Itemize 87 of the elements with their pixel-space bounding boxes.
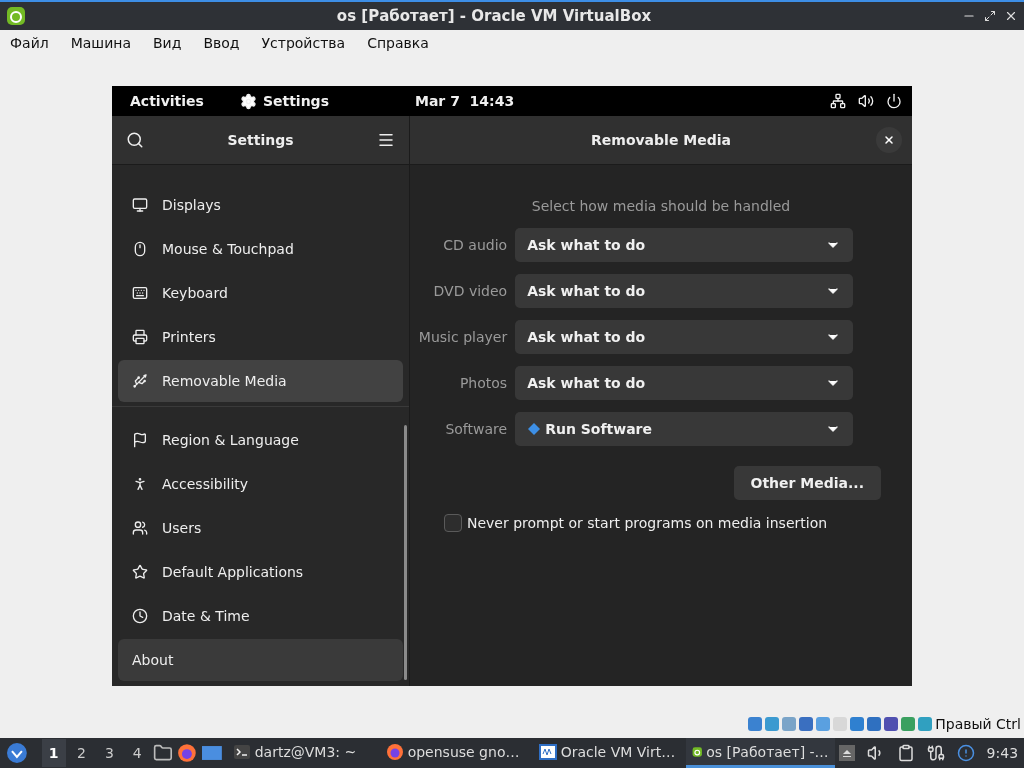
scrollbar[interactable] (404, 425, 407, 680)
window-icon[interactable] (200, 744, 223, 762)
clock[interactable]: Mar 7 14:43 (414, 93, 515, 109)
sidebar-item[interactable]: Default Applications (118, 551, 403, 593)
status-icon[interactable] (884, 717, 899, 731)
menu-item[interactable]: Устройства (261, 35, 346, 51)
volume-icon[interactable] (858, 93, 874, 109)
status-icon[interactable] (765, 717, 780, 731)
sidebar-item[interactable]: Removable Media (118, 360, 403, 402)
dropdown[interactable]: Ask what to do (515, 366, 854, 400)
person-icon (132, 476, 148, 492)
close-icon[interactable] (1004, 9, 1018, 23)
alert-icon[interactable] (956, 744, 975, 762)
status-icon[interactable] (799, 717, 814, 731)
task-button[interactable]: opensuse gno… (379, 738, 529, 768)
row-label: Software (444, 421, 508, 437)
sidebar-item[interactable]: Displays (118, 184, 403, 226)
sidebar-item[interactable]: Printers (118, 316, 403, 358)
app-icon (6, 6, 26, 26)
status-icon[interactable] (918, 717, 933, 731)
hint-text: Select how media should be handled (531, 198, 791, 214)
sidebar-item[interactable]: About (118, 639, 403, 681)
close-icon (883, 134, 895, 146)
browser-icon (385, 742, 404, 761)
menu-item[interactable]: Справка (367, 35, 429, 51)
workspace-button[interactable]: 1 (41, 739, 66, 767)
row-label: CD audio (442, 237, 508, 253)
eject-icon[interactable] (838, 745, 855, 761)
task-button[interactable]: Oracle VM Virt… (532, 738, 682, 768)
folder-icon[interactable] (153, 743, 173, 763)
clock-icon (132, 608, 148, 624)
sidebar-item[interactable]: Date & Time (118, 595, 403, 637)
monitor-icon (538, 742, 557, 761)
activities-button[interactable]: Activities (130, 93, 204, 109)
clipboard-icon[interactable] (896, 744, 915, 762)
workspace-button[interactable]: 2 (69, 739, 94, 767)
menu-item[interactable]: Вид (153, 35, 182, 51)
menu-item[interactable]: Машина (70, 35, 131, 51)
workspace-button[interactable]: 4 (125, 739, 150, 767)
settings-icon (239, 92, 257, 110)
other-media-button[interactable]: Other Media... (733, 466, 881, 500)
clock: 9:43 (986, 745, 1019, 761)
status-icon[interactable] (748, 717, 763, 731)
start-menu-icon[interactable] (6, 742, 28, 764)
printer-icon (132, 329, 148, 345)
maximize-icon[interactable] (984, 10, 996, 22)
dropdown[interactable]: Ask what to do (515, 274, 854, 308)
host-key-label: Правый Ctrl (935, 716, 1021, 732)
menu-icon[interactable] (377, 131, 395, 149)
sidebar-item[interactable]: Mouse & Touchpad (118, 228, 403, 270)
monitor-icon (132, 197, 148, 213)
row-label: Photos (458, 375, 508, 391)
menu-item[interactable]: Файл (10, 35, 49, 51)
close-button[interactable] (876, 127, 902, 153)
row-label: DVD video (432, 283, 508, 299)
status-icon[interactable] (901, 717, 916, 731)
panel-title: Removable Media (591, 132, 731, 148)
dropdown[interactable]: Run Software (515, 412, 854, 446)
star-icon (132, 564, 148, 580)
flag-icon (132, 432, 148, 448)
sidebar-item[interactable]: Accessibility (118, 463, 403, 505)
diamond-icon (527, 422, 542, 436)
menu-item[interactable]: Ввод (203, 35, 240, 51)
checkbox[interactable] (444, 514, 462, 532)
dropdown[interactable]: Ask what to do (515, 320, 854, 354)
sidebar-item[interactable]: Keyboard (118, 272, 403, 314)
task-button[interactable]: os [Работает] -… (685, 738, 835, 768)
sidebar-item[interactable]: Region & Language (118, 419, 403, 461)
browser-icon[interactable] (176, 743, 197, 763)
dropdown[interactable]: Ask what to do (515, 228, 854, 262)
row-label: Music player (418, 329, 508, 345)
task-button[interactable]: dartz@VM3: ~ (226, 738, 376, 768)
sidebar-item[interactable]: Users (118, 507, 403, 549)
mouse-icon (132, 241, 148, 257)
status-icon[interactable] (867, 717, 882, 731)
search-icon[interactable] (126, 131, 144, 149)
terminal-icon (232, 742, 251, 761)
status-icon[interactable] (850, 717, 865, 731)
workspace-button[interactable]: 3 (97, 739, 122, 767)
usb-icon (132, 373, 148, 389)
app-menu[interactable]: Settings (262, 93, 329, 109)
power-icon[interactable] (886, 93, 902, 109)
window-title: os [Работает] - Oracle VM VirtualBox (335, 7, 653, 25)
keyboard-icon (132, 285, 148, 301)
sidebar-title: Settings (227, 132, 294, 148)
users-icon (132, 520, 148, 536)
checkbox-label[interactable]: Never prompt or start programs on media insertion (467, 515, 828, 531)
